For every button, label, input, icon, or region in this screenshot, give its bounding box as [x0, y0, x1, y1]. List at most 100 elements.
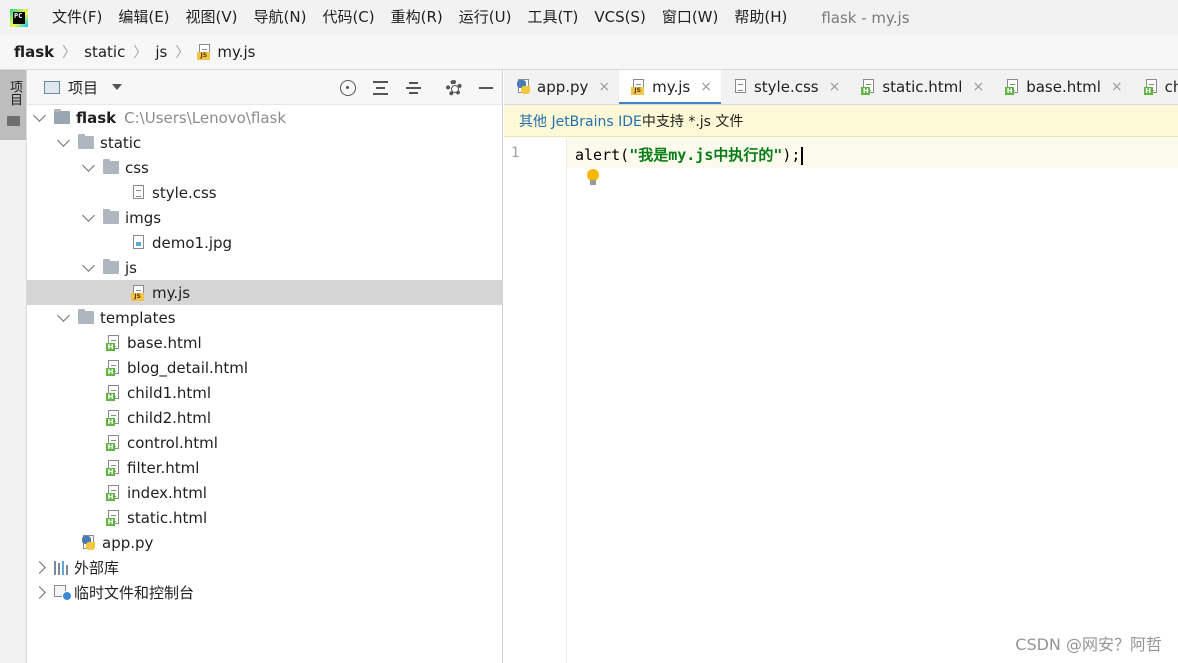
close-icon[interactable]: × — [972, 79, 984, 95]
folder-icon — [103, 259, 119, 274]
project-tool-label: 项目 — [7, 80, 22, 106]
breadcrumb-item-static[interactable]: static — [84, 43, 125, 61]
tree-item-index-html[interactable]: H index.html — [27, 480, 503, 505]
folder-icon — [103, 159, 119, 174]
tree-item-external-libraries[interactable]: 外部库 — [27, 555, 503, 580]
hide-panel-icon[interactable] — [476, 78, 496, 98]
project-tool-window-button[interactable]: 项目 — [0, 70, 26, 140]
tab-my-js[interactable]: JS my.js × — [619, 70, 721, 104]
tab-base-html[interactable]: H base.html × — [993, 70, 1131, 104]
tab-app-py[interactable]: app.py × — [504, 70, 619, 104]
css-file-icon — [733, 79, 748, 95]
menu-run[interactable]: 运行(U) — [451, 0, 520, 35]
expand-all-icon[interactable] — [370, 78, 390, 98]
breadcrumb-item-myjs[interactable]: JS my.js — [197, 43, 255, 61]
breadcrumb-separator-icon: 〉 — [133, 45, 148, 61]
close-icon[interactable]: × — [1111, 79, 1123, 95]
collapse-all-icon[interactable] — [403, 78, 423, 98]
jetbrains-ide-link[interactable]: 其他 JetBrains IDE — [519, 111, 642, 131]
menu-edit[interactable]: 编辑(E) — [110, 0, 177, 35]
folder-icon — [54, 109, 70, 124]
menu-help[interactable]: 帮助(H) — [726, 0, 795, 35]
close-icon[interactable]: × — [598, 79, 610, 95]
tree-item-static[interactable]: static — [27, 130, 503, 155]
project-panel-header: 项目 — [27, 70, 502, 105]
menu-view[interactable]: 视图(V) — [178, 0, 246, 35]
tree-item-templates[interactable]: templates — [27, 305, 503, 330]
banner-text: 中支持 *.js 文件 — [641, 113, 744, 130]
tree-item-child1-html[interactable]: H child1.html — [27, 380, 503, 405]
tab-child1[interactable]: H child1 — [1132, 70, 1178, 104]
menu-tools[interactable]: 工具(T) — [519, 0, 586, 35]
tree-item-blog-detail-html[interactable]: H blog_detail.html — [27, 355, 503, 380]
chevron-down-icon[interactable] — [56, 308, 70, 322]
menu-navigate[interactable]: 导航(N) — [246, 0, 315, 35]
breadcrumb-item-js[interactable]: js — [155, 43, 167, 61]
html-file-icon: H — [106, 384, 121, 401]
editor-area: app.py × JS my.js × style.css × H static… — [504, 70, 1178, 663]
menu-refactor[interactable]: 重构(R) — [383, 0, 451, 35]
tree-item-js[interactable]: js — [27, 255, 503, 280]
menu-vcs[interactable]: VCS(S) — [586, 0, 653, 35]
chevron-down-icon[interactable] — [112, 84, 123, 90]
html-file-icon: H — [106, 434, 121, 451]
tree-item-scratches[interactable]: 临时文件和控制台 — [27, 580, 503, 605]
line-number: 1 — [511, 145, 520, 161]
menu-code[interactable]: 代码(C) — [314, 0, 382, 35]
tree-item-filter-html[interactable]: H filter.html — [27, 455, 503, 480]
html-file-icon: H — [1143, 79, 1159, 95]
python-file-icon — [516, 79, 531, 95]
tab-static-html[interactable]: H static.html × — [849, 70, 993, 104]
code-line[interactable]: alert("我是my.js中执行的"); — [575, 144, 803, 165]
js-file-icon: JS — [197, 44, 212, 60]
breadcrumb-separator-icon: 〉 — [62, 45, 77, 61]
tree-item-imgs[interactable]: imgs — [27, 205, 503, 230]
tree-item-static-html[interactable]: H static.html — [27, 505, 503, 530]
chevron-down-icon[interactable] — [81, 208, 95, 222]
text-caret — [801, 146, 803, 165]
tree-item-style-css[interactable]: style.css — [27, 180, 503, 205]
html-file-icon: H — [106, 484, 121, 501]
tree-item-css[interactable]: css — [27, 155, 503, 180]
html-file-icon: H — [106, 359, 121, 376]
html-file-icon: H — [106, 334, 121, 351]
code-token-string: "我是my.js中执行的" — [629, 146, 783, 164]
tree-item-flask[interactable]: flask C:\Users\Lenovo\flask — [27, 105, 503, 130]
close-icon[interactable]: × — [700, 79, 712, 95]
tree-item-app-py[interactable]: app.py — [27, 530, 503, 555]
tree-item-control-html[interactable]: H control.html — [27, 430, 503, 455]
folder-icon — [103, 209, 119, 224]
line-gutter: 1 — [504, 138, 567, 663]
tab-style-css[interactable]: style.css × — [721, 70, 849, 104]
code-token-call: alert( — [575, 146, 630, 164]
menu-window[interactable]: 窗口(W) — [654, 0, 727, 35]
chevron-right-icon[interactable] — [32, 561, 46, 574]
breadcrumb-item-flask[interactable]: flask — [14, 43, 54, 61]
menu-bar: PC 文件(F) 编辑(E) 视图(V) 导航(N) 代码(C) 重构(R) 运… — [0, 0, 1178, 35]
locate-file-icon[interactable] — [338, 78, 358, 98]
menu-file[interactable]: 文件(F) — [44, 0, 110, 35]
chevron-right-icon[interactable] — [32, 586, 46, 599]
left-tool-stripe: 项目 — [0, 70, 27, 663]
code-token-end: ); — [782, 146, 801, 164]
lightbulb-icon[interactable] — [586, 168, 600, 188]
tree-item-my-js[interactable]: JS my.js — [27, 280, 503, 305]
folder-icon — [78, 309, 94, 324]
chevron-down-icon[interactable] — [56, 133, 70, 147]
project-panel-title[interactable]: 项目 — [68, 77, 98, 98]
gear-icon[interactable] — [444, 78, 464, 98]
tree-item-base-html[interactable]: H base.html — [27, 330, 503, 355]
chevron-down-icon[interactable] — [81, 258, 95, 272]
chevron-down-icon[interactable] — [81, 158, 95, 172]
tree-item-child2-html[interactable]: H child2.html — [27, 405, 503, 430]
close-icon[interactable]: × — [829, 79, 841, 95]
project-tree: flask C:\Users\Lenovo\flask static css s… — [27, 105, 503, 605]
chevron-down-icon[interactable] — [32, 108, 46, 122]
tree-item-demo1-jpg[interactable]: demo1.jpg — [27, 230, 503, 255]
pycharm-logo-icon: PC — [10, 8, 28, 27]
html-file-icon: H — [106, 409, 121, 426]
html-file-icon: H — [1005, 79, 1020, 95]
scratch-file-icon — [54, 584, 72, 601]
html-file-icon: H — [106, 509, 121, 526]
breadcrumb-separator-icon: 〉 — [175, 45, 190, 61]
